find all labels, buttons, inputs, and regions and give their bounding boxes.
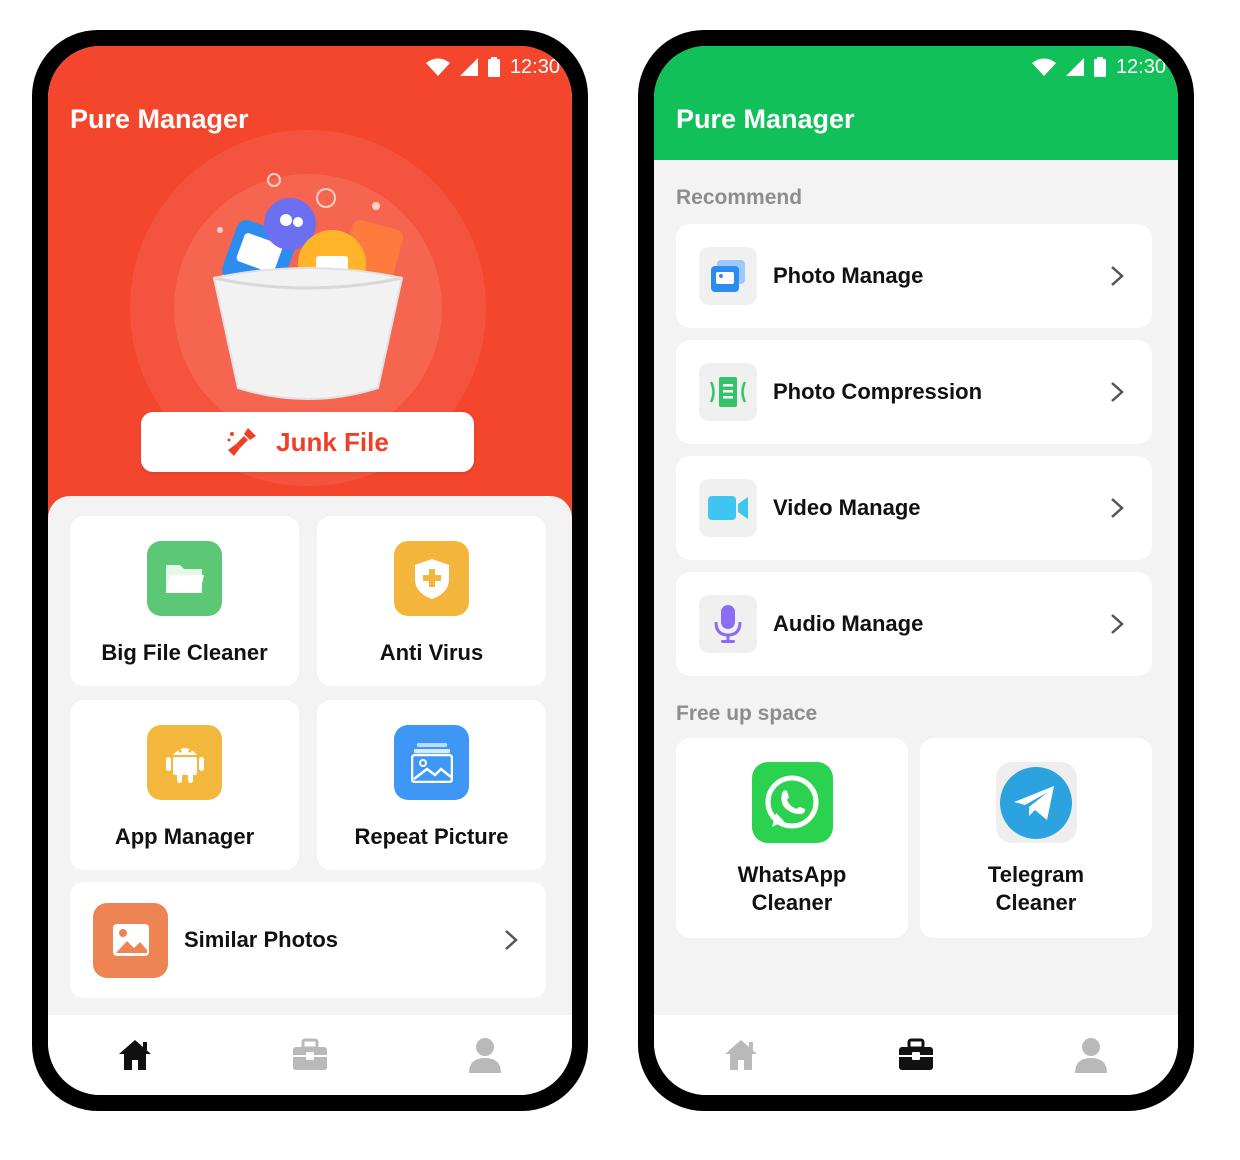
nav-toolbox[interactable] (886, 1025, 946, 1085)
shield-plus-icon (394, 541, 469, 616)
android-icon (147, 725, 222, 800)
microphone-icon (699, 595, 757, 653)
pictures-icon (394, 725, 469, 800)
bottom-nav (48, 1015, 572, 1095)
battery-icon (487, 57, 500, 77)
tile-label: Telegram Cleaner (987, 862, 1085, 915)
nav-profile[interactable] (1061, 1025, 1121, 1085)
similar-photos-row[interactable]: Similar Photos (70, 882, 546, 998)
bottom-nav (654, 1015, 1178, 1095)
toolbox-icon (898, 1038, 933, 1070)
whatsapp-cleaner-tile[interactable]: WhatsApp Cleaner (676, 738, 908, 938)
nav-home[interactable] (711, 1025, 771, 1085)
chevron-right-icon (1111, 266, 1124, 286)
status-time: 12:30 (1115, 55, 1166, 78)
video-manage-row[interactable]: Video Manage (676, 456, 1152, 560)
similar-photos-label: Similar Photos (184, 927, 339, 952)
tile-label: Repeat Picture (354, 824, 509, 849)
telegram-icon (995, 762, 1077, 843)
photo-icon (93, 902, 168, 978)
tile-label: App Manager (114, 824, 255, 849)
toolbox-icon (292, 1038, 327, 1070)
row-label: Photo Manage (773, 263, 924, 288)
row-label: Video Manage (773, 495, 921, 520)
nav-profile[interactable] (455, 1025, 515, 1085)
phone-home: 12:30 Pure Manager Junk File Big File Cl… (32, 30, 588, 1111)
home-icon (725, 1040, 758, 1070)
big-file-cleaner-tile[interactable]: Big File Cleaner (70, 516, 299, 686)
page-title: Pure Manager (676, 104, 855, 134)
home-screen: 12:30 Pure Manager Junk File Big File Cl… (48, 46, 572, 1095)
wifi-icon (425, 58, 450, 76)
wifi-icon (1031, 58, 1056, 76)
signal-icon (1065, 58, 1084, 76)
folder-icon (147, 541, 222, 616)
status-bar: 12:30 (425, 52, 560, 82)
user-icon (468, 1038, 501, 1073)
photo-manage-icon (699, 247, 757, 305)
nav-toolbox[interactable] (280, 1025, 340, 1085)
photo-manage-row[interactable]: Photo Manage (676, 224, 1152, 328)
row-label: Audio Manage (773, 611, 924, 636)
photo-compression-row[interactable]: Photo Compression (676, 340, 1152, 444)
telegram-cleaner-tile[interactable]: Telegram Cleaner (920, 738, 1152, 938)
repeat-picture-tile[interactable]: Repeat Picture (317, 700, 546, 870)
home-icon (119, 1040, 152, 1070)
tile-label: Anti Virus (379, 640, 484, 665)
tile-label: Big File Cleaner (101, 640, 268, 665)
user-icon (1074, 1038, 1107, 1073)
trash-bin-illustration (212, 173, 404, 400)
recommend-heading: Recommend (676, 186, 803, 209)
tools-header: 12:30 Pure Manager (654, 46, 1178, 160)
junk-file-button[interactable]: Junk File (141, 412, 474, 472)
anti-virus-tile[interactable]: Anti Virus (317, 516, 546, 686)
battery-icon (1093, 57, 1106, 77)
phone-tools: 12:30 Pure Manager Recommend Photo Manag… (638, 30, 1194, 1111)
compression-icon (699, 363, 757, 421)
nav-home[interactable] (105, 1025, 165, 1085)
status-bar: 12:30 (1031, 52, 1166, 82)
chevron-right-icon (1111, 614, 1124, 634)
chevron-right-icon (1111, 382, 1124, 402)
audio-manage-row[interactable]: Audio Manage (676, 572, 1152, 676)
chevron-right-icon (505, 930, 518, 950)
tile-label: WhatsApp Cleaner (737, 862, 847, 915)
video-camera-icon (699, 479, 757, 537)
junk-file-label: Junk File (276, 426, 389, 457)
hero-banner: 12:30 Pure Manager Junk File (48, 46, 572, 546)
tools-screen: 12:30 Pure Manager Recommend Photo Manag… (654, 46, 1178, 1095)
whatsapp-icon (751, 762, 833, 843)
signal-icon (459, 58, 478, 76)
chevron-right-icon (1111, 498, 1124, 518)
status-time: 12:30 (509, 55, 560, 78)
app-manager-tile[interactable]: App Manager (70, 700, 299, 870)
broom-icon (227, 428, 257, 456)
page-title: Pure Manager (70, 104, 249, 134)
free-up-space-heading: Free up space (676, 702, 818, 725)
row-label: Photo Compression (773, 379, 983, 404)
